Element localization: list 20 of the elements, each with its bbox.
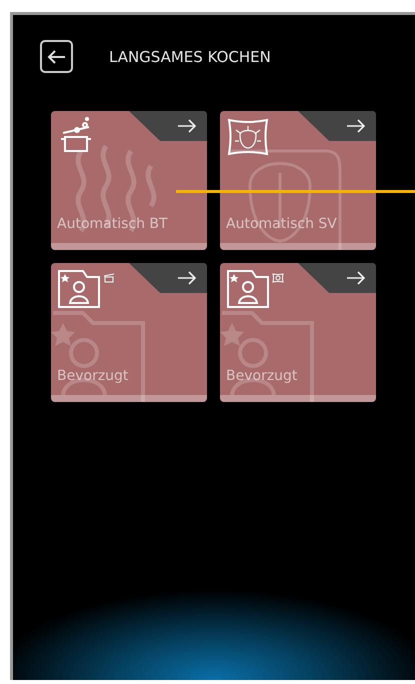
program-tile[interactable]: Automatisch SV	[220, 111, 376, 250]
tile-label: Bevorzugt	[57, 368, 128, 384]
screen-title: LANGSAMES KOCHEN	[109, 48, 271, 66]
favorite-folder-icon	[57, 269, 101, 309]
tile-label: Automatisch SV	[226, 216, 337, 232]
program-tile[interactable]: Bevorzugt	[220, 263, 376, 402]
tile-label: Automatisch BT	[57, 216, 168, 232]
favorite-folder-icon	[226, 269, 270, 309]
right-arrow-icon	[177, 271, 197, 285]
small-apple-frame-icon	[272, 273, 284, 283]
right-arrow-icon	[346, 271, 366, 285]
small-pot-icon	[103, 273, 115, 283]
tile-label: Bevorzugt	[226, 368, 298, 384]
apple-frame-icon	[226, 117, 270, 157]
program-tile[interactable]: Automatisch BT	[51, 111, 207, 250]
back-button[interactable]	[40, 40, 73, 73]
right-arrow-icon	[177, 119, 197, 133]
back-arrow-icon	[46, 48, 66, 64]
program-tile[interactable]: Bevorzugt	[51, 263, 207, 402]
right-arrow-icon	[346, 119, 366, 133]
